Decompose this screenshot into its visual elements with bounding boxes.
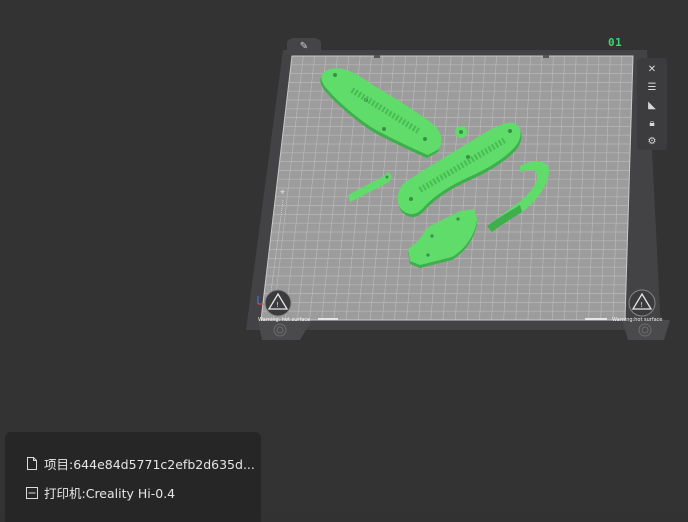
svg-text:!: !: [276, 301, 279, 309]
file-icon: [25, 457, 39, 471]
svg-text:!: !: [640, 301, 643, 309]
close-icon[interactable]: ✕: [642, 61, 662, 77]
plate-number[interactable]: 01: [608, 36, 622, 49]
bed-foot-left: [258, 320, 312, 340]
printer-icon: [25, 486, 39, 500]
model-part-washer[interactable]: [455, 126, 467, 138]
project-info-panel: 项目:644e84d5771c2efb2d635d... 打印机:Crealit…: [5, 432, 261, 522]
warning-text-right: Warning:hot surface: [612, 317, 663, 323]
printer-row[interactable]: 打印机:Creality Hi-0.4: [25, 483, 175, 502]
plate-toolbar: ✕ ☰ ◣ 🔒︎ ⚙: [637, 58, 667, 150]
svg-text:⌖: ⌖: [280, 188, 285, 198]
lock-icon[interactable]: 🔒︎: [642, 115, 662, 131]
bed-foot-right: [622, 320, 670, 340]
project-row[interactable]: 项目:644e84d5771c2efb2d635d...: [25, 454, 255, 473]
warning-text-left: Warning: hot surface: [258, 317, 310, 323]
list-icon[interactable]: ☰: [642, 79, 662, 95]
gear-icon[interactable]: ⚙: [642, 133, 662, 149]
plate-edit-tab[interactable]: ✎: [287, 38, 321, 54]
printer-label: 打印机:Creality Hi-0.4: [44, 486, 176, 501]
pencil-icon: ✎: [299, 40, 309, 52]
auto-orient-icon[interactable]: ◣: [642, 97, 662, 113]
project-label: 项目:644e84d5771c2efb2d635d...: [44, 457, 255, 472]
